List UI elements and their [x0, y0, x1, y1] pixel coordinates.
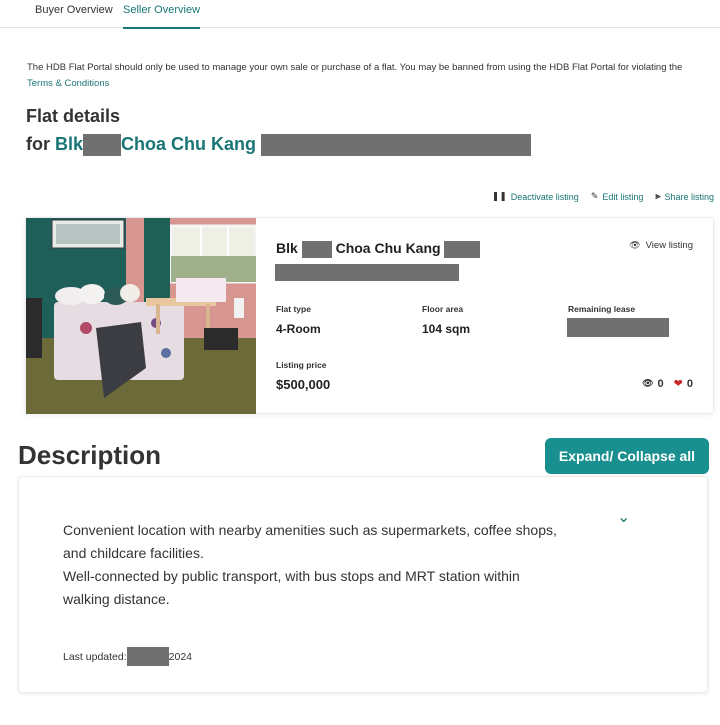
price-value: $500,000 — [276, 377, 331, 392]
description-text: Convenient location with nearby amenitie… — [63, 519, 563, 611]
last-updated: Last updated: 2024 — [63, 647, 192, 666]
terms-link[interactable]: Terms & Conditions — [27, 76, 707, 92]
pause-icon: ❚❚ — [491, 191, 507, 201]
eye-icon: 👁 — [629, 240, 641, 250]
flat-type-label: Flat type — [276, 304, 311, 314]
heading-blk: Blk — [55, 134, 84, 154]
edit-icon: ✎ — [590, 191, 599, 201]
share-label: Share listing — [664, 191, 714, 202]
description-paragraph-1: Convenient location with nearby amenitie… — [63, 522, 557, 561]
views-value: 0 — [657, 377, 664, 390]
expand-collapse-button[interactable]: Expand/ Collapse all — [545, 438, 709, 474]
redacted-block-number — [83, 134, 122, 157]
overview-tabs: Buyer Overview Seller Overview — [0, 0, 720, 29]
listing-photo — [26, 218, 256, 414]
page-title: Flat details — [26, 106, 121, 126]
share-listing-link[interactable]: ⪢ Share listing — [655, 191, 714, 202]
description-paragraph-2: Well-connected by public transport, with… — [63, 568, 520, 607]
last-updated-year: 2024 — [168, 650, 192, 663]
deactivate-label: Deactivate listing — [510, 191, 579, 202]
tab-buyer-overview[interactable]: Buyer Overview — [35, 4, 113, 22]
redacted-remaining-lease — [567, 318, 669, 337]
listing-card: Blk Choa Chu Kang 👁 View listing Flat ty… — [25, 217, 714, 414]
tab-seller-overview[interactable]: Seller Overview — [123, 4, 201, 29]
bedroom-photo — [26, 218, 256, 414]
edit-listing-link[interactable]: ✎ Edit listing — [591, 191, 644, 202]
likes-value: 0 — [686, 377, 693, 390]
view-listing-label: View listing — [645, 240, 693, 251]
redacted-update-date — [126, 647, 169, 666]
remaining-lease-label: Remaining lease — [568, 304, 636, 314]
description-card: ⌄ Convenient location with nearby amenit… — [18, 476, 708, 693]
for-prefix: for — [26, 134, 50, 154]
page-subtitle: for Blk Choa Chu Kang — [26, 134, 532, 157]
heart-icon: ❤ — [673, 378, 683, 390]
listing-town: Choa Chu Kang — [335, 240, 441, 256]
listing-address: Blk Choa Chu Kang — [276, 240, 481, 258]
heading-town: Choa Chu Kang — [121, 134, 257, 154]
flat-type-value: 4-Room — [276, 322, 321, 336]
likes-count: ❤ 0 — [673, 377, 693, 391]
listing-stats: 👁 0 ❤ 0 — [642, 377, 693, 391]
floor-area-value: 104 sqm — [422, 322, 471, 336]
portal-notice: The HDB Flat Portal should only be used … — [27, 60, 707, 92]
redacted-address — [261, 134, 532, 157]
listing-blk: Blk — [276, 240, 298, 256]
notice-text: The HDB Flat Portal should only be used … — [27, 62, 683, 73]
eye-icon: 👁 — [642, 378, 654, 388]
last-updated-label: Last updated: — [63, 650, 127, 663]
edit-label: Edit listing — [602, 191, 644, 202]
redacted-listing-street — [444, 240, 481, 258]
chevron-down-icon[interactable]: ⌄ — [617, 507, 630, 527]
listing-actions: ❚❚ Deactivate listing ✎ Edit listing ⪢ Shar… — [492, 191, 714, 202]
description-heading: Description — [18, 440, 162, 470]
deactivate-listing-link[interactable]: ❚❚ Deactivate listing — [492, 191, 579, 202]
view-listing-link[interactable]: 👁 View listing — [629, 240, 693, 251]
views-count: 👁 0 — [642, 378, 664, 390]
redacted-listing-block — [301, 240, 332, 258]
floor-area-label: Floor area — [422, 304, 464, 314]
redacted-listing-address-line — [275, 264, 459, 281]
share-icon: ⪢ — [655, 191, 661, 201]
price-label: Listing price — [276, 360, 327, 370]
